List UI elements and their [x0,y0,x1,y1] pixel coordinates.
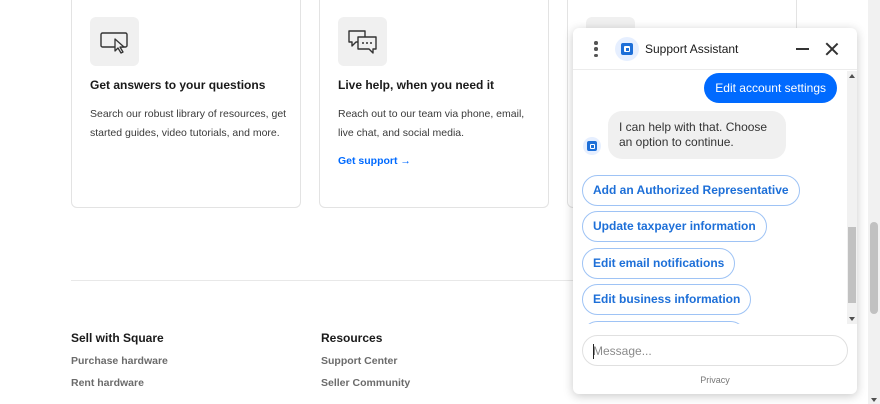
cursor-window-icon [90,17,139,66]
more-options-icon[interactable] [591,41,601,57]
message-input-wrapper [582,335,848,366]
get-support-link[interactable]: Get support → [338,155,411,167]
chat-title: Support Assistant [645,42,739,56]
help-card-live: Live help, when you need it Reach out to… [319,0,549,208]
card-title: Live help, when you need it [338,78,495,92]
card-description: Search our robust library of resources, … [90,108,287,139]
support-chat-widget: Support Assistant Edit account settings … [573,28,857,394]
chat-scrollbar[interactable] [847,71,857,324]
card-title: Get answers to your questions [90,78,266,92]
minimize-icon[interactable] [795,42,811,56]
footer-link-support-center[interactable]: Support Center [321,355,410,367]
option-partially-hidden[interactable] [582,321,746,324]
square-logo-icon [615,37,639,61]
privacy-link[interactable]: Privacy [573,375,857,385]
chat-bubbles-icon [338,17,387,66]
footer-heading: Resources [321,331,383,345]
footer-link-purchase-hardware[interactable]: Purchase hardware [71,355,168,367]
option-edit-business-information[interactable]: Edit business information [582,284,752,315]
option-update-taxpayer-information[interactable]: Update taxpayer information [582,211,767,242]
page-scrollbar-thumb[interactable] [870,222,878,314]
text-caret [593,344,594,359]
help-card-answers: Get answers to your questions Search our… [71,0,301,208]
page-scrollbar[interactable] [868,0,880,404]
user-message: Edit account settings [704,73,837,103]
bot-message: I can help with that. Choose an option t… [608,111,786,159]
chat-scrollbar-thumb[interactable] [848,227,856,303]
message-input[interactable] [583,336,847,365]
option-edit-email-notifications[interactable]: Edit email notifications [582,248,736,279]
scroll-down-arrow-icon[interactable] [849,317,855,321]
scroll-up-arrow-icon[interactable] [849,74,855,78]
footer-link-rent-hardware[interactable]: Rent hardware [71,377,168,389]
card-description: Reach out to our team via phone, email, … [338,108,525,139]
chat-header: Support Assistant [573,28,857,70]
footer-column-sell: Sell with Square Purchase hardware Rent … [71,331,168,399]
bot-avatar-icon [583,137,601,155]
footer-link-seller-community[interactable]: Seller Community [321,377,410,389]
footer-heading: Sell with Square [71,331,164,345]
close-icon[interactable] [824,41,840,57]
scroll-down-arrow-icon[interactable] [871,398,877,402]
option-add-authorized-representative[interactable]: Add an Authorized Representative [582,175,800,206]
chat-messages[interactable]: Edit account settings I can help with th… [573,71,857,324]
footer-column-resources: Resources Support Center Seller Communit… [321,331,410,399]
